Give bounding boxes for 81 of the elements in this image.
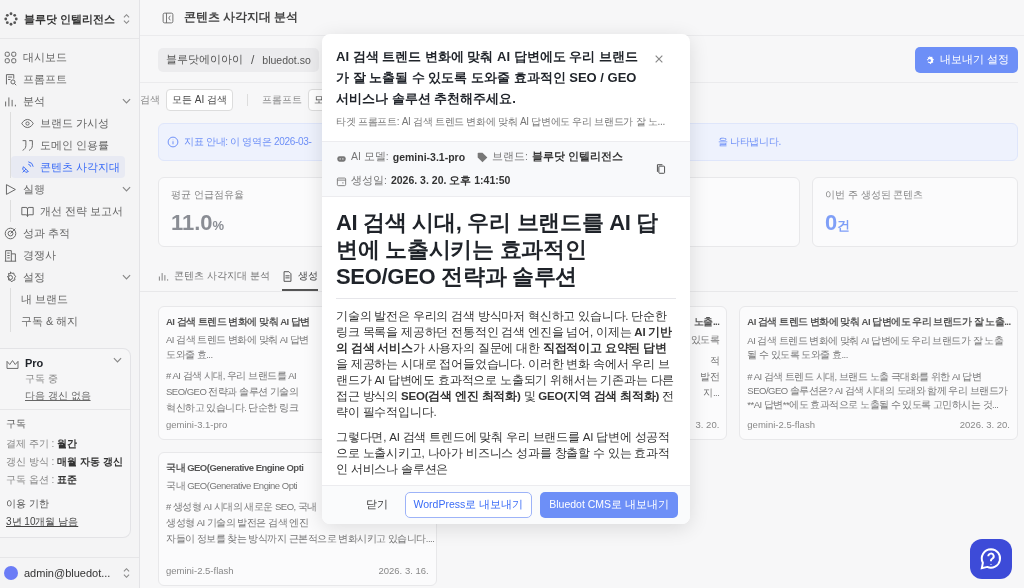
card-excerpt: 발전	[700, 371, 720, 384]
plan-name: Pro	[25, 357, 45, 369]
sidebar-subitem[interactable]: 도메인 인용률	[11, 134, 125, 156]
detail-value: 매월 자동 갱신	[57, 455, 123, 469]
card-title: AI 검색 트렌드 변화에 맞춰 AI 답변에도 우리 브랜드가 잘 노출...	[747, 316, 1011, 329]
section-label: 구독	[6, 417, 27, 431]
card-subtitle: 있도록	[690, 334, 720, 347]
detail-label: 구독 옵션 :	[6, 473, 55, 487]
domain-name: bluedot.so	[262, 54, 311, 66]
path-separator: /	[251, 53, 255, 67]
sidebar-subitem[interactable]: 콘텐츠 사각지대	[11, 156, 125, 178]
detail-label: 갱신 방식 :	[6, 455, 55, 469]
brand-name: 블루닷 인텔리전스	[24, 11, 116, 27]
card-title: AI 검색 트렌드 변화에 맞춰 AI 답변	[166, 316, 310, 329]
card-date: 3. 20.	[695, 419, 720, 430]
card-excerpt: # AI 검색 시대, 우리 브랜드를 AI	[166, 370, 297, 383]
card-model: gemini-3.1-pro	[166, 419, 228, 430]
plan-status: 구독 중	[25, 372, 59, 386]
card-excerpt: 적	[709, 355, 720, 368]
card-date: 2026. 3. 20.	[959, 419, 1010, 430]
sidebar-item[interactable]: 실행	[0, 178, 139, 200]
card-excerpt: # 생성형 AI 시대의 새로운 SEO, 국내	[166, 501, 317, 514]
sidebar-item[interactable]: 설정	[0, 266, 139, 288]
sidebar-item[interactable]: 경쟁사	[0, 244, 139, 266]
export-button[interactable]: Bluedot CMS로 내보내기	[540, 492, 678, 518]
meta-value: 2026. 3. 20. 오후 1:41:50	[390, 174, 511, 188]
stat-label: 이번 주 생성된 콘텐츠	[825, 188, 924, 202]
meta-label: 브랜드:	[492, 150, 529, 164]
renewal-link[interactable]: 다음 갱신 없음	[25, 389, 107, 403]
term-link[interactable]: 3년 10개월 남음	[6, 515, 124, 529]
sidebar-item[interactable]: 성과 추적	[0, 222, 139, 244]
meta-value: 블루닷 인텔리전스	[532, 150, 623, 164]
page-title: 콘텐츠 사각지대 분석	[184, 10, 299, 25]
detail-value: 표준	[57, 473, 78, 487]
card-model: gemini-2.5-flash	[166, 565, 234, 576]
target-prompt: 타겟 프롬프트: AI 검색 트렌드 변화에 맞춰 AI 답변에도 우리 브랜드가 잘 노...	[336, 115, 666, 129]
filter-dropdown[interactable]: 모든 AI 검색	[166, 89, 233, 111]
card-subtitle: AI 검색 트렌드 변화에 맞춰 AI 답변에도 우리 브랜드가 잘 노출될 수 있도록 도와줄 효...	[747, 334, 1005, 362]
meta-label: AI 모델:	[351, 150, 389, 164]
workspace-name: 블루닷에이아이	[166, 53, 243, 67]
article-heading: AI 검색 시대, 우리 브랜드를 AI 답변에 노출시키는 효과적인 SEO/GEO 전략과 솔루션	[336, 209, 676, 299]
export-button[interactable]: WordPress로 내보내기	[404, 492, 533, 518]
notice-text: 을 나타냅니다.	[717, 135, 781, 149]
meta-value: gemini-3.1-pro	[392, 151, 466, 163]
close-button[interactable]: 닫기	[356, 492, 397, 518]
card-excerpt: 생성형 AI 기술의 발전은 검색 엔진	[166, 517, 309, 530]
card-excerpt: 지...	[703, 387, 720, 400]
detail-value: 월간	[57, 437, 78, 451]
meta-label: 생성일:	[351, 174, 387, 188]
filter-label: 프롬프트	[262, 93, 302, 107]
stat-label: 평균 언급점유율	[171, 188, 244, 202]
card-title: 노출...	[693, 316, 720, 329]
sidebar-item[interactable]: 프롬프트	[0, 68, 139, 90]
workspace-selector[interactable]: 블루닷에이아이 / bluedot.so	[158, 48, 319, 72]
sidebar-subitem[interactable]: 구독 & 해지	[11, 310, 125, 332]
card-excerpt: # AI 검색 트렌드 시대, 브랜드 노출 극대화를 위한 AI 답변 SEO/GEO 솔루션은? AI 검색 시대의 도래와 함께 우리 브랜드가 **AI 답변**에도 효과적으로 노출될 수 있도록 고민하시는 것...	[747, 370, 1009, 412]
stat-value: 0건	[825, 210, 851, 236]
card-date: 2026. 3. 16.	[378, 565, 429, 576]
dialog-title: AI 검색 트렌드 변화에 맞춰 AI 답변에도 우리 브랜드가 잘 노출될 수 있도록 도와줄 효과적인 SEO / GEO 서비스나 솔루션 추천해주세요.	[336, 48, 639, 108]
card-title: 국내 GEO(Generative Engine Opti	[166, 462, 304, 475]
sidebar-subitem[interactable]: 브랜드 가시성	[11, 112, 125, 134]
card-model: gemini-2.5-flash	[747, 419, 815, 430]
tab[interactable]: 생성	[281, 263, 318, 291]
detail-label: 결제 주기 :	[6, 437, 55, 451]
card-subtitle: 국내 GEO(Generative Engine Opti	[166, 480, 298, 493]
sidebar-subitem[interactable]: 내 브랜드	[11, 288, 125, 310]
sidebar-item[interactable]: 대시보드	[0, 46, 139, 68]
card-excerpt: 자들이 정보를 찾는 방식까지 근본적으로 변화시키고 있습니다....	[166, 533, 435, 546]
card-excerpt: SEO/GEO 전략과 솔루션 기술의	[166, 386, 299, 399]
export-settings-button[interactable]: 내보내기 설정	[915, 47, 1018, 73]
section-label: 이용 기한	[6, 497, 50, 511]
tab[interactable]: 콘텐츠 사각지대 분석	[158, 263, 270, 291]
card-subtitle: AI 검색 트렌드 변화에 맞춰 AI 답변	[166, 334, 309, 347]
card-subtitle: 도와줄 효...	[166, 349, 213, 362]
sidebar-item[interactable]: 분석	[0, 90, 139, 112]
card-excerpt: 혁신하고 있습니다. 단순한 링크	[166, 402, 299, 415]
sidebar-subitem[interactable]: 개선 전략 보고서	[11, 200, 125, 222]
filter-label: 검색	[140, 93, 160, 107]
stat-value: 11.0%	[171, 210, 225, 236]
notice-text: 지표 안내: 이 영역은 2026-03-	[184, 135, 312, 149]
user-email: admin@bluedot...	[24, 567, 112, 579]
